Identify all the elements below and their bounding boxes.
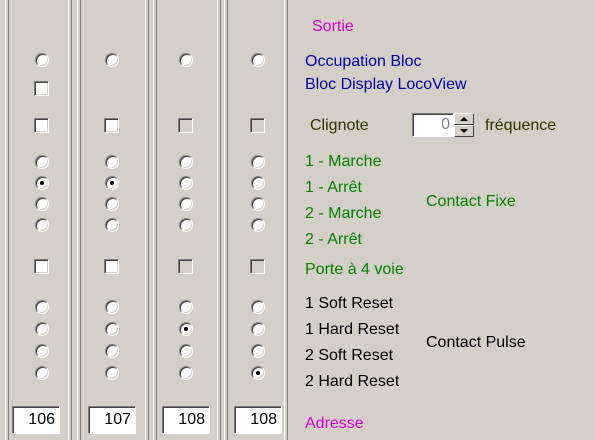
soft2-radio-4[interactable]: [251, 344, 265, 358]
address-field-4[interactable]: 108: [234, 406, 282, 434]
arret1-radio-3[interactable]: [179, 176, 193, 190]
spinner-up-icon[interactable]: [454, 113, 474, 125]
porte-checkbox-2[interactable]: [104, 259, 119, 274]
contact-fixe-label: Contact Fixe: [426, 193, 516, 210]
sortie-label: Sortie: [312, 18, 354, 35]
hard1-radio-4[interactable]: [251, 322, 265, 336]
contact-pulse-label: Contact Pulse: [426, 334, 526, 351]
clignote-label: Clignote: [310, 117, 369, 134]
hard2-label: 2 Hard Reset: [305, 373, 400, 390]
bloc-display-label: Bloc Display LocoView: [305, 76, 467, 93]
arret1-radio-2[interactable]: [105, 176, 119, 190]
soft2-radio-3[interactable]: [179, 344, 193, 358]
arret2-label: 2 - Arrêt: [305, 231, 362, 248]
frequency-value[interactable]: 0: [412, 113, 454, 137]
hard2-radio-2[interactable]: [105, 366, 119, 380]
arret2-radio-2[interactable]: [105, 218, 119, 232]
arret2-radio-4[interactable]: [251, 218, 265, 232]
marche1-radio-1[interactable]: [35, 155, 49, 169]
marche1-label: 1 - Marche: [305, 153, 382, 170]
marche2-label: 2 - Marche: [305, 205, 382, 222]
address-field-2[interactable]: 107: [88, 406, 136, 434]
soft1-radio-3[interactable]: [179, 300, 193, 314]
address-field-3[interactable]: 108: [162, 406, 210, 434]
soft1-radio-4[interactable]: [251, 300, 265, 314]
soft2-radio-2[interactable]: [105, 344, 119, 358]
hard2-radio-1[interactable]: [35, 366, 49, 380]
clignote-checkbox-3[interactable]: [178, 118, 193, 133]
occupation-bloc-radio-1[interactable]: [35, 53, 49, 67]
soft1-label: 1 Soft Reset: [305, 295, 394, 312]
marche1-radio-2[interactable]: [105, 155, 119, 169]
occupation-bloc-label: Occupation Bloc: [305, 53, 422, 70]
hard2-radio-3[interactable]: [179, 366, 193, 380]
marche2-radio-1[interactable]: [35, 197, 49, 211]
porte-checkbox-3[interactable]: [178, 259, 193, 274]
marche2-radio-4[interactable]: [251, 197, 265, 211]
clignote-checkbox-4[interactable]: [250, 118, 265, 133]
soft2-label: 2 Soft Reset: [305, 347, 394, 364]
output-column-2: [77, 0, 149, 440]
adresse-label: Adresse: [305, 415, 364, 432]
marche2-radio-3[interactable]: [179, 197, 193, 211]
hard1-label: 1 Hard Reset: [305, 321, 400, 338]
frequency-spinner[interactable]: 0: [412, 113, 482, 137]
clignote-checkbox-2[interactable]: [104, 118, 119, 133]
marche1-radio-4[interactable]: [251, 155, 265, 169]
marche2-radio-2[interactable]: [105, 197, 119, 211]
marche1-radio-3[interactable]: [179, 155, 193, 169]
hard1-radio-3[interactable]: [179, 322, 193, 336]
hard1-radio-1[interactable]: [35, 322, 49, 336]
clignote-checkbox-1[interactable]: [34, 118, 49, 133]
soft1-radio-1[interactable]: [35, 300, 49, 314]
porte-label: Porte à 4 voie: [305, 261, 404, 278]
address-field-1[interactable]: 106: [12, 406, 60, 434]
occupation-bloc-radio-4[interactable]: [251, 53, 265, 67]
occupation-bloc-radio-2[interactable]: [105, 53, 119, 67]
arret1-radio-4[interactable]: [251, 176, 265, 190]
spinner-down-icon[interactable]: [454, 125, 474, 137]
frequence-label: fréquence: [485, 117, 557, 134]
hard2-radio-4[interactable]: [251, 366, 265, 380]
output-column-1: [5, 0, 72, 440]
occupation-bloc-radio-3[interactable]: [179, 53, 193, 67]
arret2-radio-3[interactable]: [179, 218, 193, 232]
output-column-4: [224, 0, 288, 440]
porte-checkbox-4[interactable]: [250, 259, 265, 274]
output-column-3: [153, 0, 221, 440]
bloc-display-checkbox-1[interactable]: [34, 81, 49, 96]
soft1-radio-2[interactable]: [105, 300, 119, 314]
arret1-label: 1 - Arrêt: [305, 179, 362, 196]
arret2-radio-1[interactable]: [35, 218, 49, 232]
soft2-radio-1[interactable]: [35, 344, 49, 358]
hard1-radio-2[interactable]: [105, 322, 119, 336]
arret1-radio-1[interactable]: [35, 176, 49, 190]
porte-checkbox-1[interactable]: [34, 259, 49, 274]
